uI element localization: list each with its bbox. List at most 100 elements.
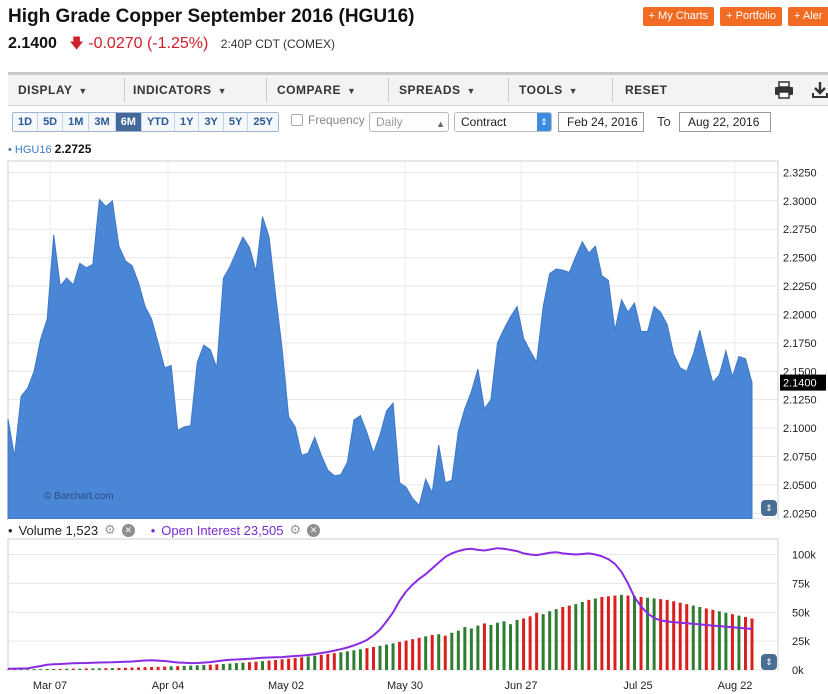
volume-bar — [691, 605, 695, 670]
volume-scale-toggle-icon[interactable]: ⇕ — [761, 654, 777, 670]
volume-bar — [626, 595, 630, 670]
volume-bar — [587, 599, 591, 670]
volume-bar — [274, 659, 278, 670]
price-tick-label: 2.1250 — [783, 395, 817, 407]
volume-tick-label: 50k — [792, 607, 810, 619]
volume-bar — [189, 665, 193, 670]
volume-bar — [254, 661, 258, 670]
price-change: 🡇 -0.0270 (-1.25%) — [69, 35, 212, 52]
contract-select-value: Contract — [461, 115, 507, 129]
legend-bullet-icon: • — [8, 522, 13, 538]
menu-reset[interactable]: RESET — [613, 78, 693, 102]
to-date-input[interactable]: Aug 22, 2016 — [679, 112, 771, 132]
portfolio-button[interactable]: + Portfolio — [720, 7, 782, 26]
volume-bar — [443, 635, 447, 670]
volume-tick-label: 100k — [792, 550, 816, 562]
menu-spreads-label: SPREADS — [399, 83, 461, 97]
volume-bar — [469, 628, 473, 670]
volume-bar — [39, 669, 43, 670]
volume-bar — [91, 668, 95, 670]
price-tick-label: 2.2500 — [783, 253, 817, 265]
symbol-legend: • HGU16 2.2725 — [8, 142, 91, 156]
x-axis-label: Jun 27 — [504, 680, 537, 692]
menu-indicators-label: INDICATORS — [133, 83, 212, 97]
menu-spreads[interactable]: SPREADS ▼ — [389, 78, 509, 102]
contract-select[interactable]: Contract ⇕ — [454, 112, 552, 132]
volume-bar — [417, 637, 421, 670]
menu-compare[interactable]: COMPARE ▼ — [267, 78, 389, 102]
download-icon[interactable] — [812, 81, 828, 104]
quote-time: 2:40P CDT (COMEX) — [220, 37, 336, 51]
price-volume-chart[interactable]: 2.3250 2.3000 2.2750 2.2500 2.2250 2.2000 2.17… — [0, 155, 828, 694]
menu-indicators[interactable]: INDICATORS ▼ — [125, 78, 267, 102]
volume-bar — [463, 627, 467, 670]
volume-bar — [241, 662, 245, 670]
volume-bar — [339, 652, 343, 670]
volume-bar — [619, 594, 623, 670]
volume-bar — [522, 618, 526, 670]
range-ytd-button[interactable]: YTD — [141, 113, 175, 131]
frequency-toggle[interactable]: Frequency — [291, 113, 365, 127]
volume-tick-label: 0k — [792, 665, 804, 677]
volume-legend-label: Volume 1,523 — [18, 522, 99, 538]
close-icon[interactable]: ✕ — [307, 523, 321, 537]
volume-bar — [554, 609, 558, 670]
volume-bar — [215, 664, 219, 670]
range-5d-button[interactable]: 5D — [38, 113, 64, 131]
range-25y-button[interactable]: 25Y — [248, 113, 278, 131]
volume-bar — [743, 617, 747, 670]
menu-display-label: DISPLAY — [18, 83, 73, 97]
price-scale-toggle-icon[interactable]: ⇕ — [761, 500, 777, 516]
close-icon[interactable]: ✕ — [121, 523, 135, 537]
frequency-select[interactable]: Daily ▲ — [369, 112, 449, 132]
volume-bar — [365, 648, 369, 670]
gear-icon[interactable]: ⚙ — [289, 522, 301, 538]
volume-tick-label: 25k — [792, 636, 810, 648]
caret-down-icon: ▼ — [466, 86, 476, 96]
volume-bar — [502, 621, 506, 670]
range-1d-button[interactable]: 1D — [13, 113, 39, 131]
volume-bar — [358, 649, 362, 670]
gear-icon[interactable]: ⚙ — [104, 522, 116, 538]
range-3m-button[interactable]: 3M — [89, 113, 116, 131]
volume-bar — [567, 605, 571, 670]
volume-bar — [208, 664, 212, 670]
menu-tools[interactable]: TOOLS ▼ — [509, 78, 613, 102]
volume-bar — [548, 611, 552, 670]
last-price-badge-label: 2.1400 — [783, 378, 817, 390]
volume-bar — [430, 634, 434, 670]
range-5y-button[interactable]: 5Y — [223, 113, 249, 131]
volume-bar — [489, 624, 493, 670]
range-1m-button[interactable]: 1M — [63, 113, 90, 131]
price-tick-label: 2.0750 — [783, 451, 817, 463]
range-1y-button[interactable]: 1Y — [174, 113, 200, 131]
price-tick-label: 2.1000 — [783, 423, 817, 435]
volume-bar — [600, 596, 604, 670]
my-charts-button[interactable]: + My Charts — [642, 7, 715, 26]
volume-bar — [163, 666, 167, 670]
volume-bar — [32, 669, 36, 670]
x-axis-label: Mar 07 — [33, 680, 67, 692]
volume-bar — [411, 639, 415, 670]
volume-bar — [717, 611, 721, 670]
menu-icons — [774, 81, 828, 104]
volume-bar — [195, 665, 199, 670]
range-6m-button[interactable]: 6M — [115, 113, 142, 131]
volume-bar — [698, 607, 702, 670]
volume-bar — [130, 667, 134, 670]
volume-bar — [580, 601, 584, 670]
volume-bar — [724, 612, 728, 670]
frequency-checkbox[interactable] — [291, 114, 303, 126]
volume-bar — [482, 623, 486, 670]
volume-bar — [678, 602, 682, 670]
from-date-input[interactable]: Feb 24, 2016 — [558, 112, 644, 132]
print-icon[interactable] — [774, 81, 794, 104]
range-3y-button[interactable]: 3Y — [199, 113, 224, 131]
volume-bar — [391, 643, 395, 670]
volume-bar — [221, 663, 225, 670]
alerts-button[interactable]: + Aler — [788, 7, 828, 26]
menu-display[interactable]: DISPLAY ▼ — [8, 78, 125, 102]
price-tick-label: 2.2000 — [783, 309, 817, 321]
volume-bar — [110, 668, 114, 670]
volume-bar — [672, 601, 676, 670]
